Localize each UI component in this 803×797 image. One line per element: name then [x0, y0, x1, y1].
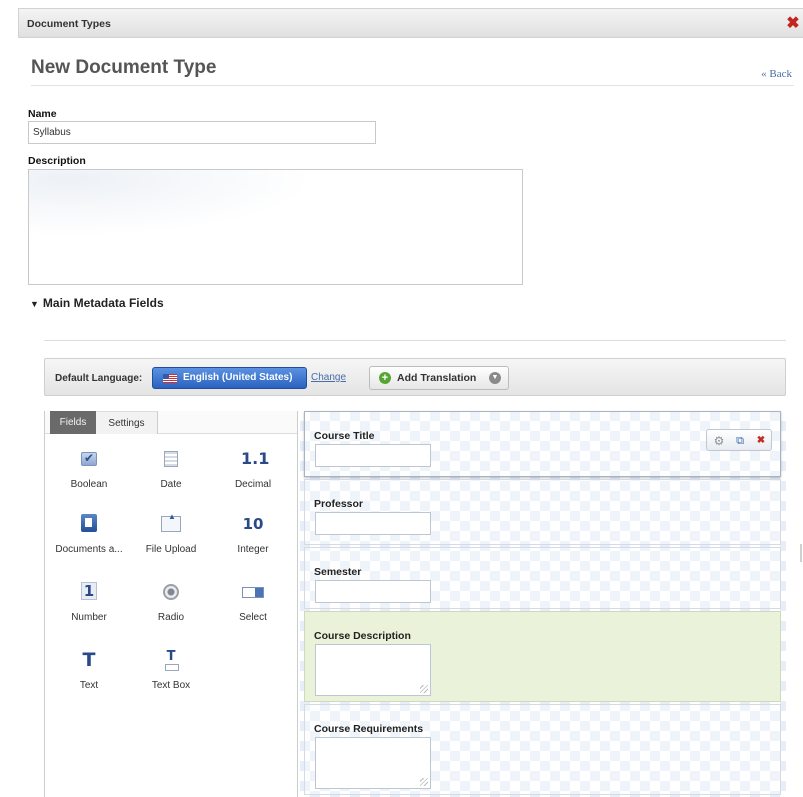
tab-settings[interactable]: Settings: [96, 411, 158, 434]
field-type-text[interactable]: T Text: [49, 649, 129, 691]
field-type-date[interactable]: Date: [131, 449, 211, 490]
field-type-integer[interactable]: 10 Integer: [213, 514, 293, 555]
gear-icon[interactable]: ⚙: [711, 433, 727, 449]
field-palette: Fields Settings Boolean Date 1.1 Decimal…: [44, 411, 298, 797]
field-type-label: Text Box: [151, 680, 191, 691]
form-field-textarea[interactable]: [315, 644, 431, 696]
title-divider: [31, 85, 794, 86]
field-type-decimal[interactable]: 1.1 Decimal: [213, 449, 293, 490]
close-icon[interactable]: ✖: [785, 16, 801, 32]
name-label: Name: [28, 108, 57, 120]
resize-grip-icon[interactable]: [420, 778, 428, 786]
palette-tabs: Fields Settings: [45, 411, 297, 434]
name-input[interactable]: [28, 121, 376, 144]
form-field-semester[interactable]: Semester: [304, 547, 781, 609]
documents-icon: [81, 514, 97, 532]
back-link[interactable]: « Back: [761, 68, 792, 80]
form-field-input[interactable]: [315, 580, 431, 603]
select-icon: [242, 587, 264, 598]
language-toolbar: Default Language: English (United States…: [44, 358, 786, 396]
form-field-label: Professor: [314, 498, 364, 510]
default-language-label: Default Language:: [55, 373, 143, 384]
default-language-value: English (United States): [183, 372, 293, 383]
resize-grip-icon[interactable]: [420, 685, 428, 693]
form-field-textarea[interactable]: [315, 737, 431, 789]
add-translation-label: Add Translation: [397, 372, 477, 384]
form-field-course-title[interactable]: Course Title ⚙ ⧉ ✖: [304, 411, 781, 477]
form-field-input[interactable]: [315, 444, 431, 467]
change-language-link[interactable]: Change: [311, 372, 346, 383]
dialog-titlebar: Document Types ✖: [18, 8, 803, 38]
metadata-section-header[interactable]: ▼ Main Metadata Fields: [30, 296, 164, 310]
field-type-number[interactable]: 1 Number: [49, 582, 129, 623]
field-type-label: Select: [239, 612, 267, 623]
field-type-text-box[interactable]: T Text Box: [131, 650, 211, 692]
us-flag-icon: [163, 374, 177, 383]
field-type-file-upload[interactable]: File Upload: [131, 512, 211, 555]
default-language-button[interactable]: English (United States): [152, 367, 307, 389]
field-type-label: Number: [71, 612, 107, 623]
decimal-icon: 1.1: [241, 449, 270, 468]
form-field-input[interactable]: [315, 512, 431, 535]
checkbox-icon: [81, 451, 97, 466]
scrollbar-edge[interactable]: [800, 544, 802, 562]
dialog-title: Document Types: [27, 18, 111, 30]
integer-icon: 10: [242, 515, 264, 533]
field-type-radio[interactable]: Radio: [131, 582, 211, 623]
field-type-select[interactable]: Select: [213, 582, 293, 623]
form-field-label: Semester: [314, 566, 362, 578]
field-type-label: Integer: [237, 544, 269, 555]
form-field-label: Course Requirements: [314, 723, 424, 735]
field-type-label: Text: [79, 680, 99, 691]
dropdown-arrow-icon[interactable]: ▼: [489, 372, 501, 384]
calendar-icon: [164, 451, 178, 467]
field-tools: ⚙ ⧉ ✖: [706, 429, 772, 451]
form-field-course-description[interactable]: Course Description: [304, 611, 781, 702]
duplicate-icon[interactable]: ⧉: [732, 433, 748, 449]
collapse-triangle-icon[interactable]: ▼: [30, 299, 39, 309]
form-canvas: Course Title ⚙ ⧉ ✖ Professor Semester Co…: [300, 411, 786, 797]
number-icon: 1: [81, 582, 97, 600]
form-field-course-requirements[interactable]: Course Requirements: [304, 704, 781, 795]
page-title: New Document Type: [31, 57, 217, 78]
field-type-label: Date: [160, 479, 182, 490]
field-type-boolean[interactable]: Boolean: [49, 449, 129, 490]
field-type-label: Radio: [157, 612, 185, 623]
form-field-label: Course Title: [314, 430, 375, 442]
field-type-label: Decimal: [234, 479, 272, 490]
section-divider: [44, 340, 786, 341]
add-translation-button[interactable]: + Add Translation ▼: [369, 366, 509, 390]
form-field-label: Course Description: [314, 630, 411, 642]
description-textarea[interactable]: [28, 169, 523, 285]
field-type-label: Documents a...: [55, 544, 123, 555]
delete-icon[interactable]: ✖: [753, 433, 769, 449]
radio-icon: [163, 584, 179, 600]
plus-icon: +: [379, 372, 391, 384]
field-type-documents[interactable]: Documents a...: [49, 514, 129, 555]
upload-icon: [161, 512, 181, 532]
textbox-icon: T: [161, 650, 181, 671]
field-type-label: Boolean: [70, 479, 108, 490]
section-title: Main Metadata Fields: [42, 296, 164, 310]
text-icon: T: [82, 649, 96, 671]
field-type-label: File Upload: [145, 544, 197, 555]
tab-fields[interactable]: Fields: [50, 411, 96, 434]
form-field-professor[interactable]: Professor: [304, 479, 781, 545]
description-label: Description: [28, 155, 86, 167]
